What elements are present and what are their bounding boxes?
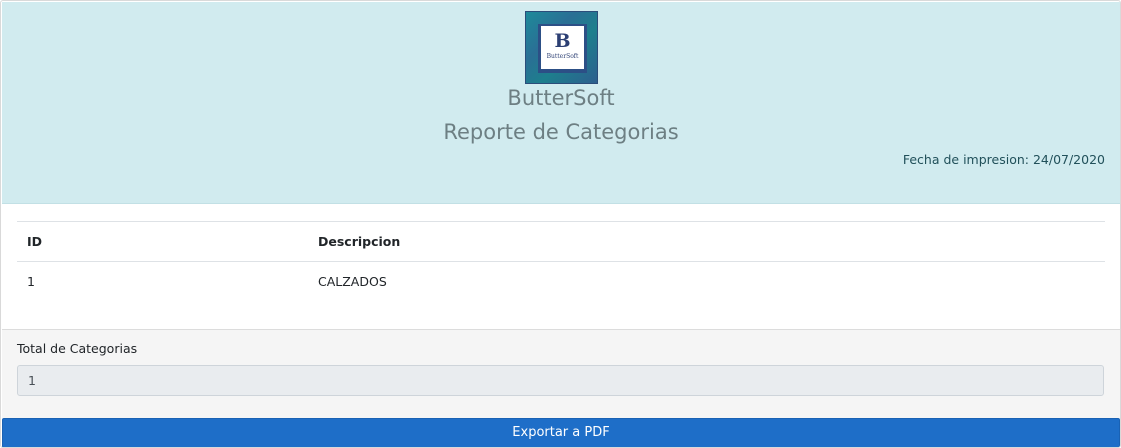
cell-id: 1 [27,274,35,290]
logo-letter: B [554,30,571,52]
report-header: B ButterSoft ButterSoft Reporte de Categ… [2,2,1120,204]
total-label: Total de Categorias [17,341,138,356]
cell-descripcion: CALZADOS [318,274,387,290]
table-header-row: ID Descripcion [17,221,1105,262]
company-name: ButterSoft [507,86,615,110]
print-date: Fecha de impresion: 24/07/2020 [902,152,1105,167]
column-header-descripcion: Descripcion [318,234,401,249]
categories-table-wrapper: ID Descripcion 1 CALZADOS [17,221,1105,302]
company-logo: B ButterSoft [525,11,598,84]
report-footer: Total de Categorias [2,329,1120,418]
logo-wordmark: ButterSoft [546,53,579,60]
report-title: Reporte de Categorias [443,120,679,144]
report-card: B ButterSoft ButterSoft Reporte de Categ… [0,0,1121,448]
export-pdf-button[interactable]: Exportar a PDF [2,418,1120,447]
table-row: 1 CALZADOS [17,262,1105,302]
total-categories-field[interactable] [17,365,1104,396]
column-header-id: ID [27,234,43,249]
logo-badge: B ButterSoft [541,26,584,69]
categories-table: ID Descripcion 1 CALZADOS [17,221,1105,302]
